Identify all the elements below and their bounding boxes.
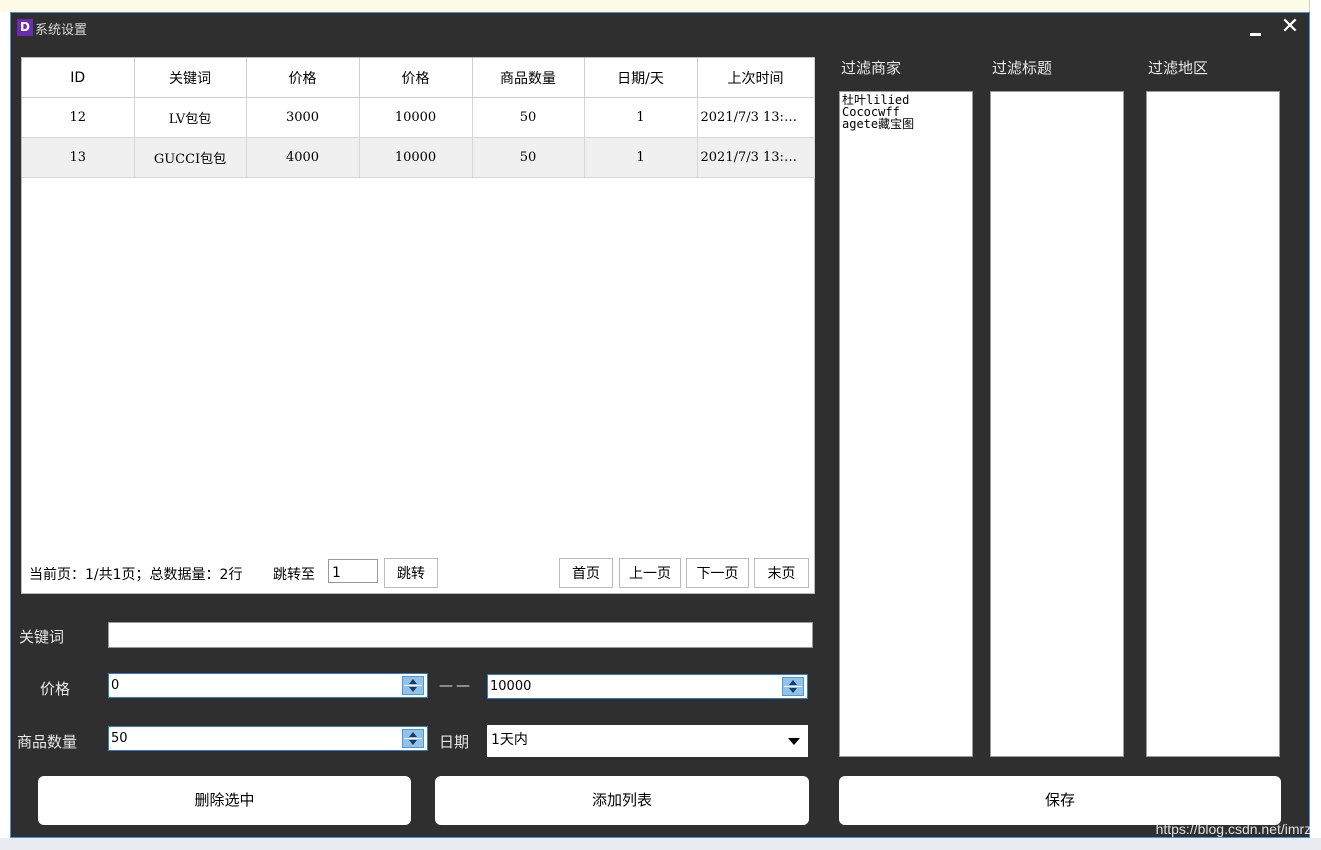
table-cell: 2021/7/3 13:… (697, 97, 815, 138)
background-right-strip (1309, 0, 1321, 850)
column-header-quantity[interactable]: 商品数量 (472, 58, 585, 98)
table-cell: 3000 (246, 97, 360, 138)
merchant-filter-label: 过滤商家 (841, 59, 902, 77)
first-page-button[interactable]: 首页 (559, 558, 613, 588)
date-dropdown[interactable]: 1天内 (487, 725, 808, 757)
settings-dialog: D 系统设置 ✕ ID 关键词 价格 价格 商品数量 日期/天 上次时间 12 … (10, 12, 1310, 838)
next-page-button[interactable]: 下一页 (686, 558, 749, 588)
title-filter-label: 过滤标题 (992, 59, 1053, 77)
column-header-price-max[interactable]: 价格 (359, 58, 473, 98)
quantity-value: 50 (111, 731, 128, 746)
chevron-down-icon (788, 738, 800, 745)
table-cell: 4000 (246, 137, 360, 178)
date-selected-value: 1天内 (491, 732, 528, 748)
column-header-id[interactable]: ID (22, 58, 135, 98)
dialog-title: 系统设置 (35, 23, 88, 38)
merchant-filter-textarea[interactable]: 杜叶lilied Cococwff agete藏宝图 (839, 91, 973, 757)
keyword-table: ID 关键词 价格 价格 商品数量 日期/天 上次时间 12 LV包包 3000… (22, 58, 815, 178)
minimize-button[interactable] (1245, 17, 1267, 39)
table-cell: 10000 (359, 137, 473, 178)
delete-selected-button[interactable]: 删除选中 (38, 776, 411, 825)
background-left-strip (0, 12, 10, 850)
quantity-spinbox[interactable]: 50 (108, 726, 428, 751)
pagination-bar: 当前页：1/共1页；总数据量：2行 跳转至 1 跳转 首页 上一页 下一页 末页 (22, 555, 814, 593)
table-cell: 1 (584, 137, 698, 178)
table-cell: 2021/7/3 13:… (697, 137, 815, 178)
price-max-value: 10000 (490, 679, 532, 694)
table-cell: 1 (584, 97, 698, 138)
table-row[interactable]: 13 GUCCI包包 4000 10000 50 1 2021/7/3 13:… (22, 137, 815, 178)
jump-to-label: 跳转至 (273, 567, 315, 583)
quantity-label: 商品数量 (17, 733, 78, 751)
region-filter-textarea[interactable] (1146, 91, 1280, 757)
column-header-days[interactable]: 日期/天 (584, 58, 698, 98)
price-max-spinbox[interactable]: 10000 (487, 674, 808, 699)
table-header-row: ID 关键词 价格 价格 商品数量 日期/天 上次时间 (22, 58, 815, 98)
save-button[interactable]: 保存 (839, 776, 1281, 825)
column-header-keyword[interactable]: 关键词 (134, 58, 247, 98)
prev-page-button[interactable]: 上一页 (619, 558, 681, 588)
price-label: 价格 (40, 680, 71, 698)
watermark-text: https://blog.csdn.net/imrzh (1155, 821, 1319, 837)
spin-arrows-icon[interactable] (782, 677, 804, 696)
last-page-button[interactable]: 末页 (754, 558, 809, 588)
price-min-value: 0 (111, 678, 120, 693)
table-row[interactable]: 12 LV包包 3000 10000 50 1 2021/7/3 13:… (22, 97, 815, 138)
table-cell: GUCCI包包 (134, 137, 247, 178)
column-header-price-min[interactable]: 价格 (246, 58, 360, 98)
price-range-separator: —— (439, 678, 473, 694)
table-cell: 12 (22, 97, 135, 138)
price-min-spinbox[interactable]: 0 (108, 673, 428, 698)
keyword-table-panel: ID 关键词 价格 价格 商品数量 日期/天 上次时间 12 LV包包 3000… (21, 57, 815, 594)
close-button[interactable]: ✕ (1279, 16, 1301, 38)
keyword-input[interactable] (108, 622, 813, 648)
page-info: 当前页：1/共1页；总数据量：2行 (29, 567, 243, 583)
app-logo-icon: D (17, 19, 33, 36)
column-header-last-time[interactable]: 上次时间 (697, 58, 815, 98)
background-bottom-strip (0, 838, 1321, 850)
list-item: agete藏宝图 (842, 117, 915, 131)
add-list-button[interactable]: 添加列表 (435, 776, 809, 825)
table-cell: 50 (472, 137, 585, 178)
jump-button[interactable]: 跳转 (384, 558, 438, 588)
table-cell: 50 (472, 97, 585, 138)
page-number-input[interactable]: 1 (328, 559, 378, 583)
region-filter-label: 过滤地区 (1148, 59, 1209, 77)
table-cell: 13 (22, 137, 135, 178)
table-cell: LV包包 (134, 97, 247, 138)
title-bar[interactable]: D 系统设置 ✕ (11, 13, 1309, 43)
table-cell: 10000 (359, 97, 473, 138)
keyword-label: 关键词 (19, 628, 65, 646)
date-label: 日期 (439, 733, 470, 751)
title-filter-textarea[interactable] (990, 91, 1124, 757)
spin-arrows-icon[interactable] (402, 729, 424, 748)
spin-arrows-icon[interactable] (402, 676, 424, 695)
